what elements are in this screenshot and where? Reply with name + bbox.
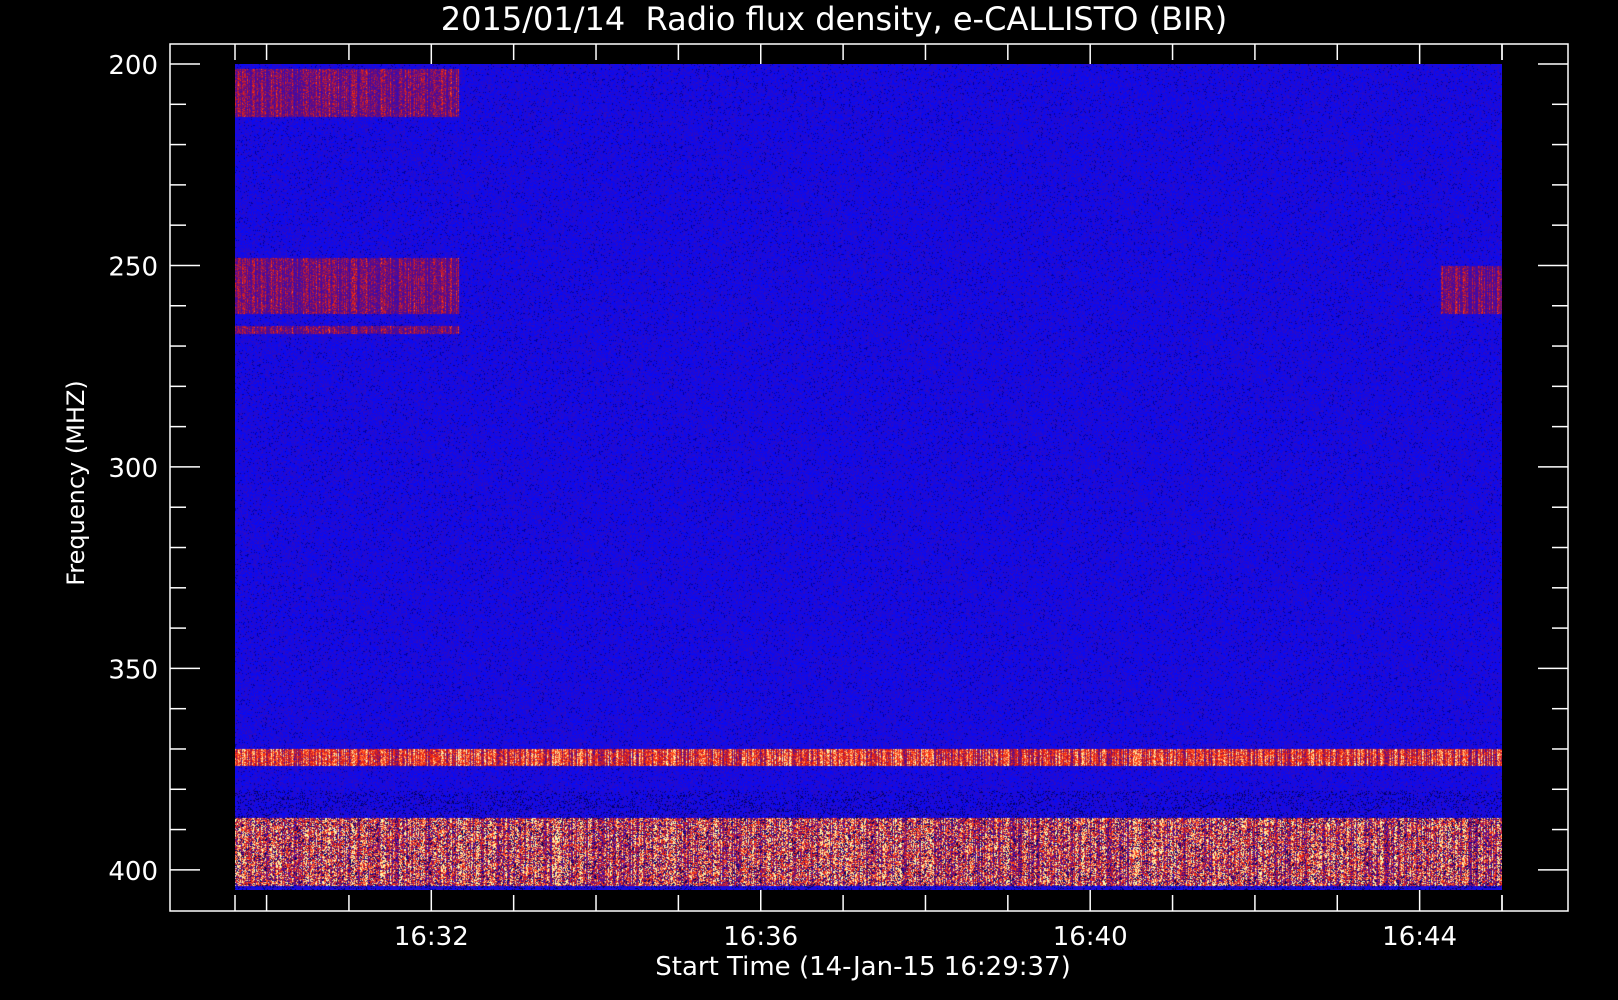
x-axis-label: Start Time (14-Jan-15 16:29:37) (655, 952, 1070, 982)
spectrogram-image (235, 64, 1502, 890)
x-tick-label: 16:36 (723, 922, 798, 952)
x-tick-label: 16:40 (1053, 922, 1128, 952)
y-tick-label: 350 (108, 655, 158, 685)
y-tick-label: 400 (108, 857, 158, 887)
y-tick-label: 250 (108, 252, 158, 282)
x-tick-label: 16:32 (394, 922, 469, 952)
y-tick-label: 300 (108, 454, 158, 484)
y-axis-label: Frequency (MHZ) (62, 380, 90, 586)
x-tick-label: 16:44 (1382, 922, 1457, 952)
y-tick-label: 200 (108, 51, 158, 81)
chart-title: 2015/01/14 Radio flux density, e-CALLIST… (441, 0, 1227, 38)
